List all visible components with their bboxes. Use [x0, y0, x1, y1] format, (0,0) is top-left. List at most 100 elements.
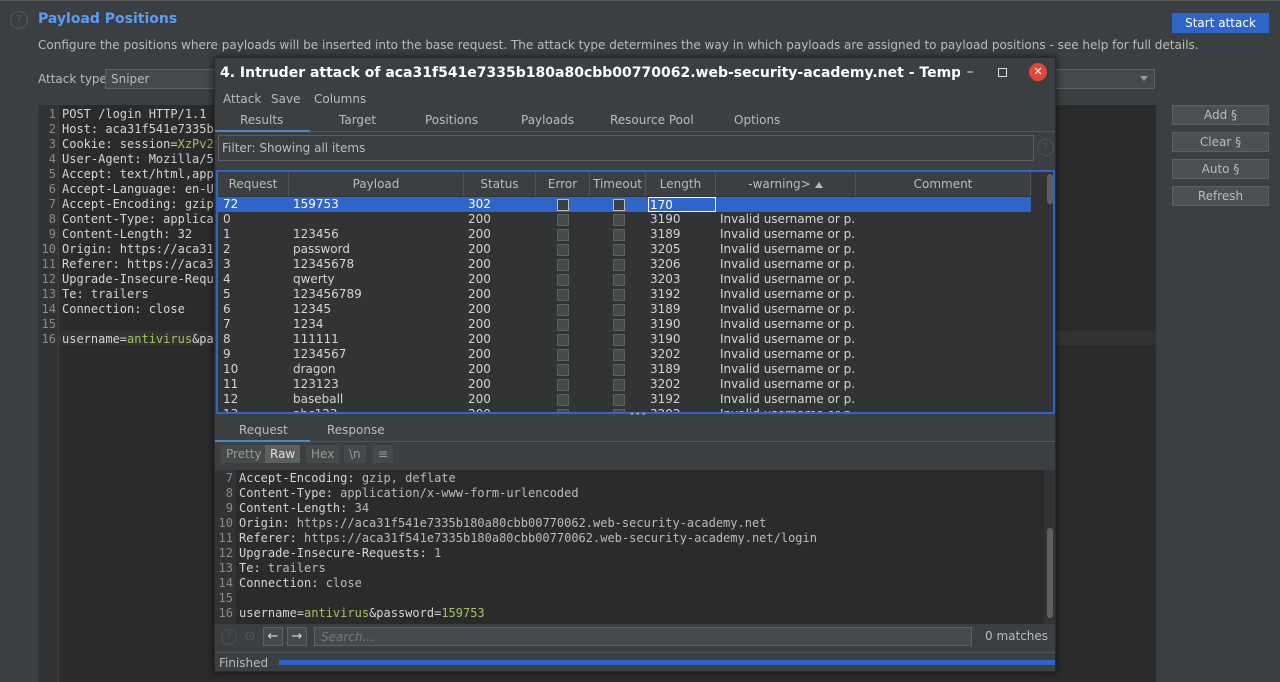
timeout-checkbox[interactable] — [613, 379, 625, 391]
timeout-checkbox[interactable] — [613, 244, 625, 256]
timeout-checkbox[interactable] — [613, 304, 625, 316]
tab-options[interactable]: Options — [734, 113, 780, 127]
timeout-checkbox[interactable] — [613, 289, 625, 301]
table-row[interactable]: 5 123456789 200 3192 Invalid username or p..… — [218, 287, 1031, 302]
cell-payload: baseball — [293, 392, 344, 406]
column-payload[interactable]: Payload — [289, 172, 464, 196]
column-comment[interactable]: Comment — [856, 172, 1031, 196]
header-name: Origin: — [239, 516, 290, 530]
error-checkbox[interactable] — [557, 214, 569, 226]
column-error[interactable]: Error — [536, 172, 590, 196]
timeout-checkbox[interactable] — [613, 349, 625, 361]
hex-button[interactable]: Hex — [306, 445, 340, 463]
attack-type-value: Sniper — [111, 72, 150, 86]
tab-payloads[interactable]: Payloads — [521, 113, 574, 127]
start-attack-button[interactable]: Start attack — [1172, 13, 1269, 33]
timeout-checkbox[interactable] — [613, 394, 625, 406]
newline-toggle-button[interactable]: \n — [344, 445, 366, 463]
table-row[interactable]: 0 200 3190 Invalid username or p... — [218, 212, 1031, 227]
help-icon[interactable]: ? — [221, 629, 237, 645]
help-icon[interactable]: ? — [1037, 139, 1054, 156]
error-checkbox[interactable] — [557, 379, 569, 391]
refresh-button[interactable]: Refresh — [1172, 186, 1269, 206]
cell-length: 3202 — [650, 347, 681, 361]
error-checkbox[interactable] — [557, 409, 569, 412]
pretty-button[interactable]: Pretty — [221, 445, 267, 463]
next-match-button[interactable]: → — [287, 627, 307, 646]
menu-icon[interactable]: ≡ — [373, 445, 394, 463]
menu-save[interactable]: Save — [271, 92, 300, 106]
error-checkbox[interactable] — [557, 259, 569, 271]
table-scrollbar[interactable] — [1044, 172, 1053, 412]
tab-resource-pool[interactable]: Resource Pool — [610, 113, 694, 127]
column-request[interactable]: Request — [218, 172, 289, 196]
timeout-checkbox[interactable] — [613, 274, 625, 286]
error-checkbox[interactable] — [557, 199, 569, 211]
split-pane-handle[interactable]: ••• — [629, 410, 647, 420]
close-button[interactable]: ✕ — [1029, 63, 1047, 81]
window-titlebar[interactable]: 4. Intruder attack of aca31f541e7335b180… — [215, 58, 1055, 88]
line-number: 6 — [48, 182, 56, 196]
clear-markers-button[interactable]: Clear § — [1172, 132, 1269, 152]
table-row[interactable]: 1 123456 200 3189 Invalid username or p... — [218, 227, 1031, 242]
tab-positions[interactable]: Positions — [425, 113, 478, 127]
error-checkbox[interactable] — [557, 274, 569, 286]
raw-request-editor[interactable]: 7 Accept-Encoding: gzip, deflate 8 Content-… — [215, 470, 1055, 624]
maximize-button[interactable] — [995, 64, 1009, 82]
table-row[interactable]: 13 abc123 200 3202 Invalid username or p... — [218, 407, 1031, 414]
timeout-checkbox[interactable] — [613, 334, 625, 346]
error-checkbox[interactable] — [557, 244, 569, 256]
table-row[interactable]: 6 12345 200 3189 Invalid username or p... — [218, 302, 1031, 317]
menu-columns[interactable]: Columns — [314, 92, 366, 106]
timeout-checkbox[interactable] — [613, 319, 625, 331]
filter-bar[interactable]: Filter: Showing all items — [218, 135, 1034, 161]
minimize-button[interactable]: – — [963, 64, 977, 82]
timeout-checkbox[interactable] — [613, 199, 625, 211]
error-checkbox[interactable] — [557, 319, 569, 331]
tab-target[interactable]: Target — [339, 113, 376, 127]
error-checkbox[interactable] — [557, 229, 569, 241]
tab-results[interactable]: Results — [240, 113, 283, 127]
error-checkbox[interactable] — [557, 364, 569, 376]
header-value: https://aca31f541e7335b180a80cbb00770062… — [296, 531, 817, 545]
menu-attack[interactable]: Attack — [223, 92, 261, 106]
column-warning[interactable]: -warning> — [716, 172, 856, 196]
previous-match-button[interactable]: ← — [263, 627, 283, 646]
table-row[interactable]: 2 password 200 3205 Invalid username or p... — [218, 242, 1031, 257]
timeout-checkbox[interactable] — [613, 214, 625, 226]
column-length[interactable]: Length — [646, 172, 716, 196]
help-icon[interactable]: ? — [10, 11, 28, 29]
error-checkbox[interactable] — [557, 334, 569, 346]
line-number: 12 — [218, 546, 233, 560]
table-row[interactable]: 10 dragon 200 3189 Invalid username or p... — [218, 362, 1031, 377]
timeout-checkbox[interactable] — [613, 259, 625, 271]
auto-markers-button[interactable]: Auto § — [1172, 159, 1269, 179]
scrollbar-thumb[interactable] — [1047, 174, 1053, 204]
table-row[interactable]: 9 1234567 200 3202 Invalid username or p... — [218, 347, 1031, 362]
table-row[interactable]: 72 159753 302 170 — [218, 197, 1031, 212]
table-row[interactable]: 3 12345678 200 3206 Invalid username or p... — [218, 257, 1031, 272]
timeout-checkbox[interactable] — [613, 229, 625, 241]
table-row[interactable]: 12 baseball 200 3192 Invalid username or p..… — [218, 392, 1031, 407]
column-timeout[interactable]: Timeout — [590, 172, 646, 196]
error-checkbox[interactable] — [557, 304, 569, 316]
timeout-checkbox[interactable] — [613, 409, 625, 412]
column-status[interactable]: Status — [464, 172, 536, 196]
add-marker-button[interactable]: Add § — [1172, 105, 1269, 125]
scrollbar-thumb[interactable] — [1047, 528, 1053, 618]
timeout-checkbox[interactable] — [613, 364, 625, 376]
editor-scrollbar[interactable] — [1044, 470, 1055, 624]
table-row[interactable]: 7 1234 200 3190 Invalid username or p... — [218, 317, 1031, 332]
search-input[interactable] — [314, 627, 972, 646]
error-checkbox[interactable] — [557, 289, 569, 301]
raw-button[interactable]: Raw — [265, 445, 301, 463]
cell-request: 13 — [223, 407, 239, 414]
error-checkbox[interactable] — [557, 394, 569, 406]
table-row[interactable]: 11 123123 200 3202 Invalid username or p... — [218, 377, 1031, 392]
table-row[interactable]: 4 qwerty 200 3203 Invalid username or p... — [218, 272, 1031, 287]
tab-response[interactable]: Response — [327, 423, 385, 437]
error-checkbox[interactable] — [557, 349, 569, 361]
gear-icon[interactable]: ⚙ — [242, 629, 258, 645]
tab-request[interactable]: Request — [239, 423, 288, 437]
table-row[interactable]: 8 111111 200 3190 Invalid username or p... — [218, 332, 1031, 347]
